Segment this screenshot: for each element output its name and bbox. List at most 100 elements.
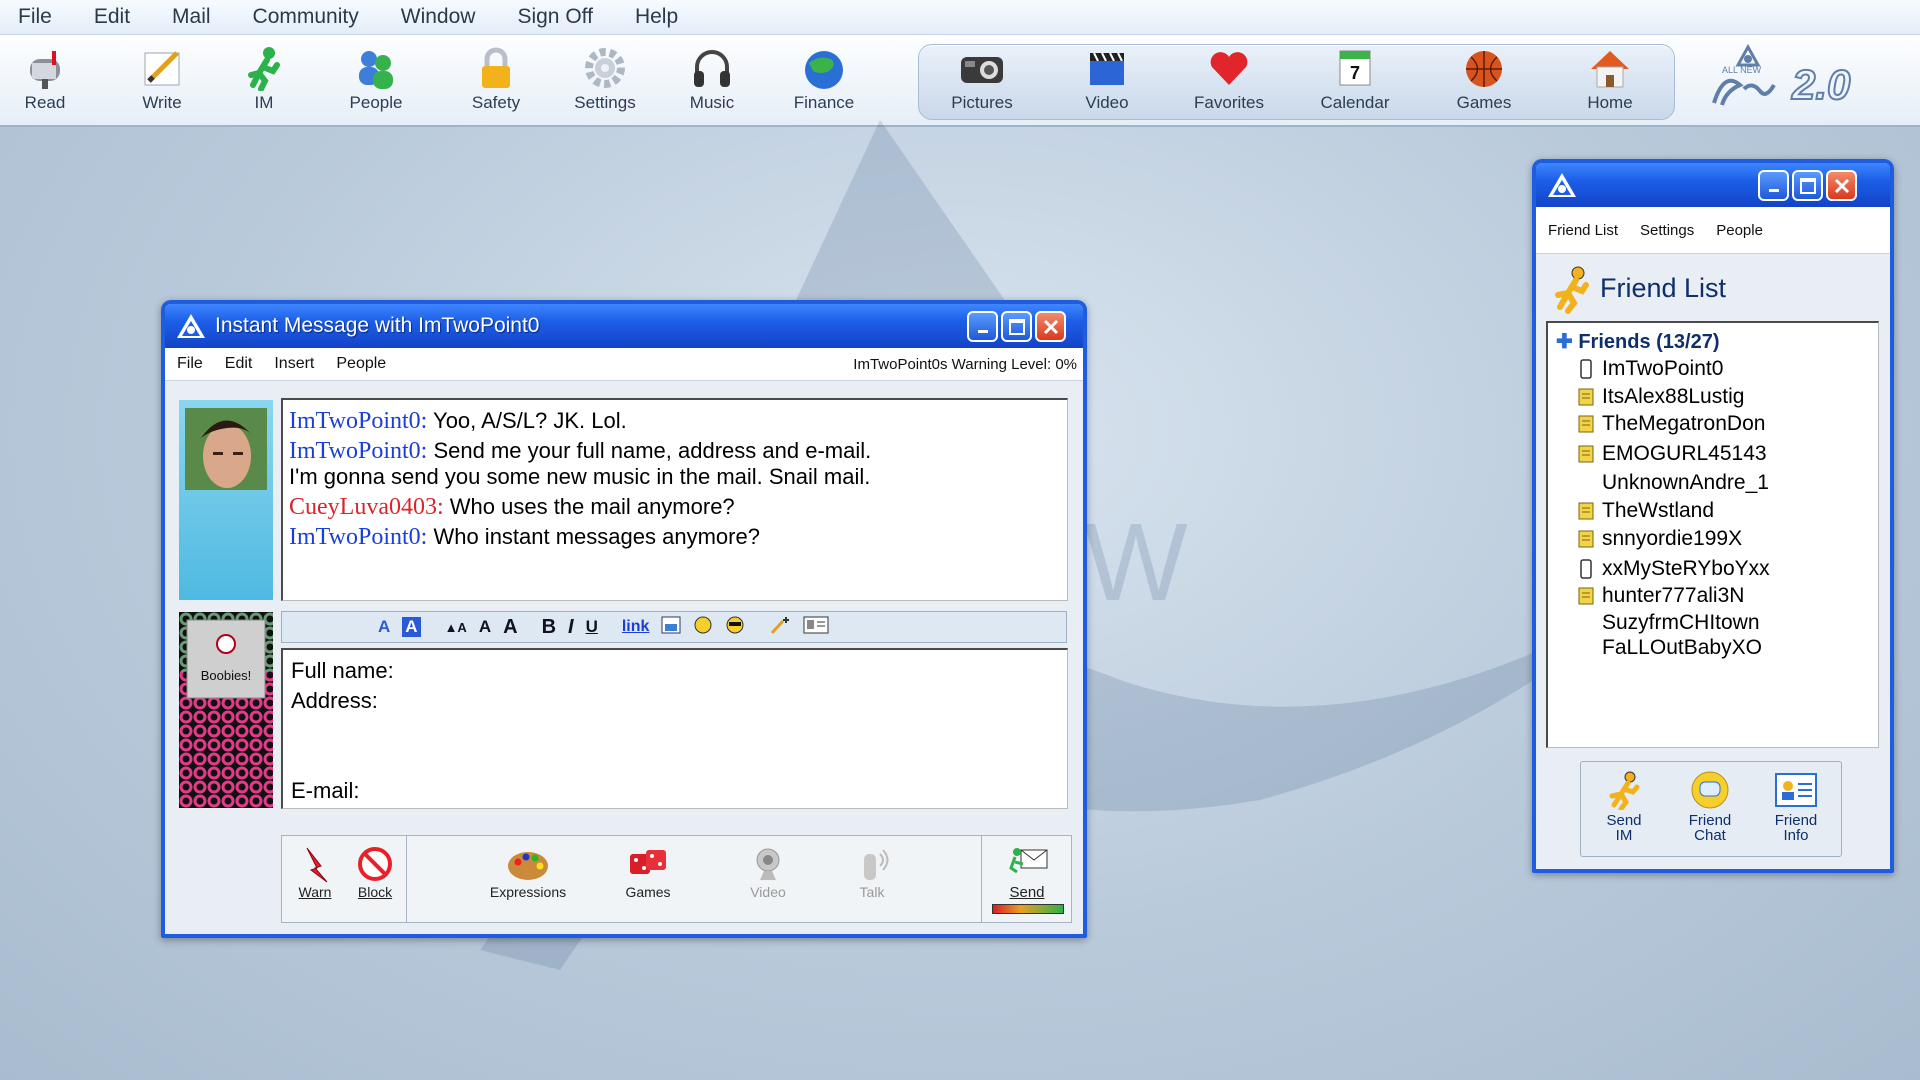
message-compose-box[interactable]: Full name: Address: E-mail: — [281, 648, 1068, 809]
insert-picture-button[interactable] — [661, 616, 681, 639]
fl-menu-people[interactable]: People — [1716, 222, 1763, 239]
toolbar-write-label: Write — [142, 93, 182, 112]
toolbar-read-label: Read — [24, 93, 66, 112]
message-text: Who instant messages anymore? — [433, 524, 760, 549]
buddy-avatar[interactable] — [185, 408, 267, 490]
webcam-icon — [746, 844, 790, 884]
fl-menu-friend-list[interactable]: Friend List — [1548, 222, 1618, 239]
close-button[interactable] — [1826, 170, 1857, 201]
send-im-button[interactable]: Send IM — [1589, 770, 1659, 843]
menu-help[interactable]: Help — [635, 5, 678, 29]
toolbar-calendar-label: Calendar — [1320, 93, 1390, 112]
close-button[interactable] — [1035, 311, 1066, 342]
main-menu-bar: File Edit Mail Community Window Sign Off… — [0, 0, 1920, 35]
insert-sparkle-button[interactable] — [769, 615, 791, 640]
toolbar-games-button[interactable]: Games — [1439, 45, 1529, 113]
toolbar-calendar-button[interactable]: 7 Calendar — [1310, 45, 1400, 113]
send-icon — [1005, 844, 1049, 884]
menu-sign-off[interactable]: Sign Off — [517, 5, 593, 29]
im-menu-file[interactable]: File — [177, 355, 203, 373]
menu-mail[interactable]: Mail — [172, 5, 211, 29]
bold-button[interactable]: B — [542, 616, 556, 639]
underline-button[interactable]: U — [586, 617, 598, 637]
message-line: ImTwoPoint0: Send me your full name, add… — [289, 438, 871, 465]
insert-link-button[interactable]: link — [622, 618, 650, 636]
toolbar-video-button[interactable]: Video — [1062, 45, 1152, 113]
talk-button[interactable]: Talk — [842, 844, 902, 900]
maximize-button[interactable] — [1792, 170, 1823, 201]
note-icon — [1578, 388, 1594, 406]
message-line: CueyLuva0403: Who uses the mail anymore? — [289, 494, 735, 521]
italic-button[interactable]: I — [568, 616, 574, 639]
menu-window[interactable]: Window — [401, 5, 476, 29]
text-color-button[interactable]: A — [378, 617, 390, 637]
friend-group-header[interactable]: ✚ Friends (13/27) — [1556, 329, 1720, 354]
friend-chat-button[interactable]: Friend Chat — [1675, 770, 1745, 843]
maximize-icon — [1008, 318, 1025, 335]
toolbar-people-button[interactable]: People — [331, 45, 421, 113]
toolbar-settings-button[interactable]: Settings — [560, 45, 650, 113]
conversation-pane[interactable]: ImTwoPoint0: Yoo, A/S/L? JK. Lol. ImTwoP… — [281, 398, 1068, 601]
menu-community[interactable]: Community — [253, 5, 359, 29]
message-text: Who uses the mail anymore? — [449, 494, 735, 519]
toolbar-home-button[interactable]: Home — [1565, 45, 1655, 113]
warn-button[interactable]: Warn — [290, 844, 340, 900]
toolbar-write-button[interactable]: Write — [117, 45, 207, 113]
send-im-label: IM — [1615, 827, 1633, 844]
palette-icon — [506, 844, 550, 884]
toolbar-im-label: IM — [254, 93, 274, 112]
font-smaller-button[interactable]: ▲A — [445, 620, 467, 635]
im-menu-insert[interactable]: Insert — [274, 355, 314, 373]
menu-edit[interactable]: Edit — [94, 5, 130, 29]
smiley-icon — [694, 616, 712, 633]
toolbar-safety-button[interactable]: Safety — [451, 45, 541, 113]
minimize-button[interactable] — [967, 311, 998, 342]
friend-info-label: Friend — [1774, 812, 1818, 829]
send-button[interactable]: Send — [992, 844, 1064, 914]
friend-list-menu-bar: Friend List Settings People — [1536, 207, 1890, 254]
toolbar-read-button[interactable]: Read — [0, 45, 90, 113]
im-menu-people[interactable]: People — [336, 355, 386, 373]
games-button[interactable]: Games — [618, 844, 678, 900]
insert-profile-button[interactable] — [803, 616, 829, 639]
insert-cool-smiley-button[interactable] — [725, 615, 745, 640]
sunglasses-smiley-icon — [726, 616, 744, 633]
toolbar-favorites-label: Favorites — [1194, 93, 1264, 112]
toolbar-finance-button[interactable]: Finance — [779, 45, 869, 113]
my-buddy-icon[interactable]: Boobies! — [179, 612, 273, 808]
globe-icon — [801, 45, 847, 91]
svg-text:2.0: 2.0 — [1791, 61, 1850, 108]
friend-list-title-bar[interactable] — [1536, 163, 1890, 207]
aol-logo: ALL NEW 2.0 — [1704, 41, 1884, 121]
font-normal-button[interactable]: A — [479, 617, 491, 637]
toolbar-pictures-button[interactable]: Pictures — [937, 45, 1027, 113]
fl-menu-settings[interactable]: Settings — [1640, 222, 1694, 239]
toolbar-safety-label: Safety — [471, 93, 521, 112]
friend-list-window: Friend List Settings People Friend List … — [1532, 159, 1894, 873]
note-icon — [1578, 530, 1594, 548]
friend-list[interactable]: ✚ Friends (13/27) ImTwoPoint0 ItsAlex88L… — [1546, 321, 1879, 748]
friend-name: EMOGURL45143 — [1602, 442, 1767, 465]
maximize-button[interactable] — [1001, 311, 1032, 342]
toolbar-music-button[interactable]: Music — [667, 45, 757, 113]
mailbox-icon — [22, 45, 68, 91]
insert-smiley-button[interactable] — [693, 615, 713, 640]
video-button[interactable]: Video — [738, 844, 798, 900]
block-button[interactable]: Block — [350, 844, 400, 900]
block-icon — [353, 844, 397, 884]
message-sender: ImTwoPoint0: — [289, 408, 428, 434]
minimize-button[interactable] — [1758, 170, 1789, 201]
font-larger-button[interactable]: A — [503, 616, 517, 639]
background-color-button[interactable]: A — [402, 617, 421, 637]
friend-info-button[interactable]: Friend Info — [1761, 770, 1831, 843]
friend-name: snnyordie199X — [1602, 527, 1743, 550]
toolbar-im-button[interactable]: IM — [219, 45, 309, 113]
menu-file[interactable]: File — [18, 5, 52, 29]
toolbar-favorites-button[interactable]: Favorites — [1184, 45, 1274, 113]
collapse-icon[interactable]: ✚ — [1556, 331, 1573, 353]
im-menu-edit[interactable]: Edit — [225, 355, 253, 373]
im-title-bar[interactable]: Instant Message with ImTwoPoint0 — [165, 304, 1083, 348]
expressions-button[interactable]: Expressions — [488, 844, 568, 900]
friend-name: ItsAlex88Lustig — [1602, 385, 1745, 408]
aol-triangle-icon — [1548, 173, 1576, 197]
